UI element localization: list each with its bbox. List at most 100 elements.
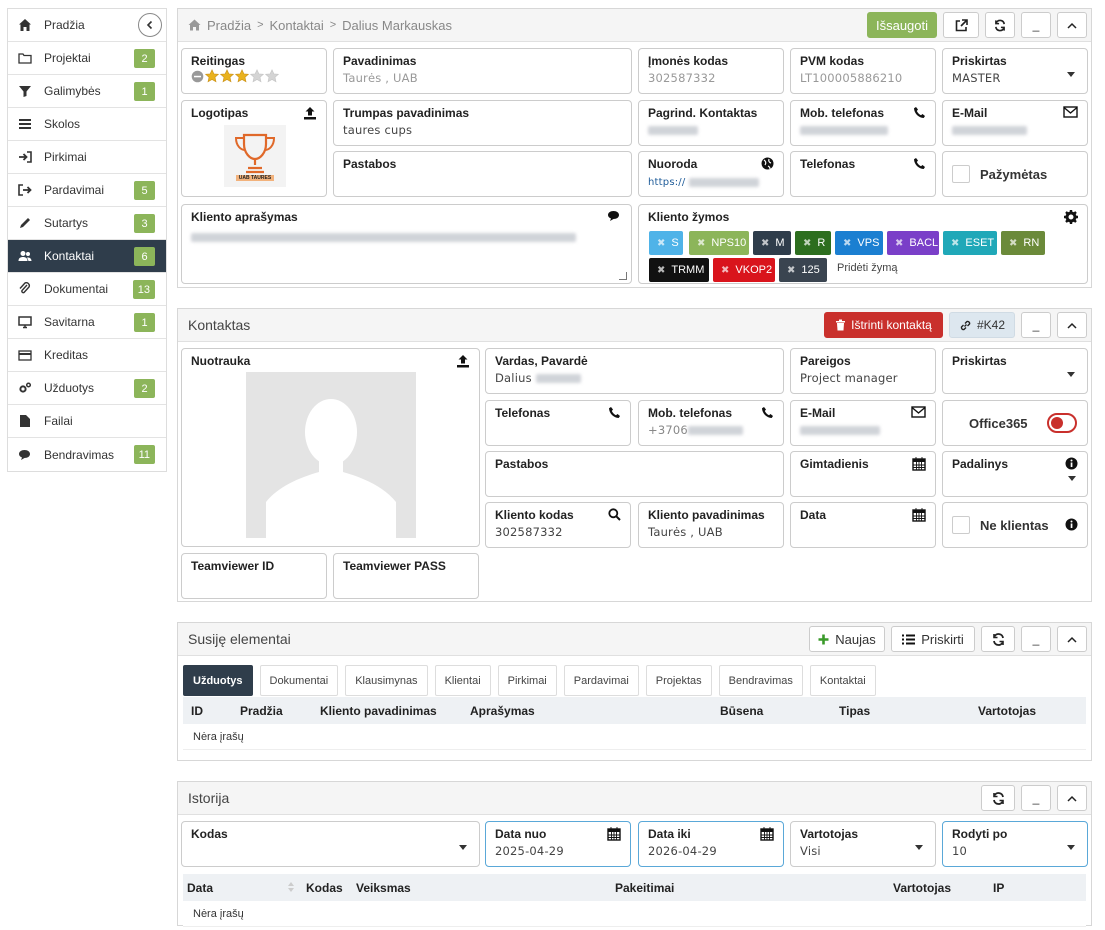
calendar-icon[interactable] bbox=[607, 827, 621, 844]
client-tag[interactable]: ✖ S bbox=[649, 231, 683, 255]
column-header[interactable]: Aprašymas bbox=[470, 704, 535, 718]
date-from-field[interactable]: Data nuo 2025-04-29 bbox=[485, 821, 631, 867]
sidebar-item-failai[interactable]: Failai bbox=[8, 405, 166, 438]
client-tag[interactable]: ✖ R bbox=[795, 231, 831, 255]
tab-projektas[interactable]: Projektas bbox=[645, 665, 712, 696]
star-filled-icon[interactable] bbox=[220, 69, 234, 83]
sidebar-item-savitarna[interactable]: Savitarna 1 bbox=[8, 306, 166, 339]
refresh-button[interactable] bbox=[985, 12, 1015, 38]
not-client-checkbox[interactable] bbox=[952, 516, 970, 534]
refresh-button[interactable] bbox=[981, 785, 1015, 811]
company-name-field[interactable]: Pavadinimas Taurės , UAB bbox=[333, 48, 632, 94]
column-header[interactable]: ID bbox=[191, 704, 203, 718]
position-field[interactable]: Pareigos Project manager bbox=[790, 348, 936, 394]
assigned-select[interactable]: Priskirtas MASTER bbox=[942, 48, 1088, 94]
upload-icon[interactable] bbox=[303, 106, 317, 123]
minimize-button[interactable]: _ bbox=[1021, 12, 1051, 38]
link-field[interactable]: Nuoroda https:// bbox=[638, 151, 784, 197]
client-code-field[interactable]: Kliento kodas 302587332 bbox=[485, 502, 631, 548]
column-header[interactable]: Vartotojas bbox=[893, 881, 951, 895]
history-user-value[interactable]: Visi bbox=[800, 844, 926, 858]
star-filled-icon[interactable] bbox=[235, 69, 249, 83]
date-to-field[interactable]: Data iki 2026-04-29 bbox=[638, 821, 784, 867]
tab-dokumentai[interactable]: Dokumentai bbox=[259, 665, 339, 696]
minimize-button[interactable]: _ bbox=[1021, 626, 1051, 652]
short-name-field[interactable]: Trumpas pavadinimas taures cups bbox=[333, 100, 632, 146]
client-code-value[interactable]: 302587332 bbox=[495, 525, 621, 539]
minimize-button[interactable]: _ bbox=[1021, 785, 1051, 811]
breadcrumb-contacts[interactable]: Kontaktai bbox=[270, 18, 324, 33]
column-header[interactable]: Pakeitimai bbox=[615, 881, 674, 895]
sidebar-item-užduotys[interactable]: Užduotys 2 bbox=[8, 372, 166, 405]
sidebar-item-kontaktai[interactable]: Kontaktai 6 bbox=[8, 240, 166, 273]
client-name-field[interactable]: Kliento pavadinimas Taurės , UAB bbox=[638, 502, 784, 548]
remove-tag-icon[interactable]: ✖ bbox=[761, 238, 769, 249]
minimize-button[interactable]: _ bbox=[1021, 312, 1051, 338]
rating-stars[interactable] bbox=[191, 69, 317, 83]
remove-tag-icon[interactable]: ✖ bbox=[657, 265, 665, 276]
gear-icon[interactable] bbox=[1064, 210, 1078, 227]
remove-tag-icon[interactable]: ✖ bbox=[895, 238, 903, 249]
column-header[interactable]: Vartotojas bbox=[978, 704, 1036, 718]
sidebar-item-bendravimas[interactable]: Bendravimas 11 bbox=[8, 438, 166, 471]
remove-tag-icon[interactable]: ✖ bbox=[803, 238, 811, 249]
collapse-button[interactable] bbox=[1057, 626, 1087, 652]
remove-tag-icon[interactable]: ✖ bbox=[1009, 238, 1017, 249]
column-header[interactable]: Veiksmas bbox=[356, 881, 411, 895]
column-header[interactable]: Kliento pavadinimas bbox=[320, 704, 437, 718]
birthday-field[interactable]: Gimtadienis bbox=[790, 451, 936, 497]
client-tag[interactable]: ✖ 125 bbox=[779, 258, 827, 282]
vat-code-value[interactable]: LT100005886210 bbox=[800, 71, 926, 85]
breadcrumb-home[interactable]: Pradžia bbox=[207, 18, 251, 33]
client-tag[interactable]: ✖ BACL bbox=[887, 231, 939, 255]
client-tag[interactable]: ✖ NPS10 bbox=[689, 231, 749, 255]
calendar-icon[interactable] bbox=[760, 827, 774, 844]
sidebar-item-projektai[interactable]: Projektai 2 bbox=[8, 42, 166, 75]
column-header[interactable]: Būsena bbox=[720, 704, 763, 718]
marked-checkbox[interactable] bbox=[952, 165, 970, 183]
column-header[interactable]: Data bbox=[187, 881, 213, 895]
star-filled-icon[interactable] bbox=[205, 69, 219, 83]
vat-code-field[interactable]: PVM kodas LT100005886210 bbox=[790, 48, 936, 94]
delete-contact-button[interactable]: Ištrinti kontaktą bbox=[824, 312, 943, 338]
tab-pardavimai[interactable]: Pardavimai bbox=[563, 665, 639, 696]
mobile-phone-field[interactable]: Mob. telefonas bbox=[790, 100, 936, 146]
sidebar-item-pirkimai[interactable]: Pirkimai bbox=[8, 141, 166, 174]
history-user-select[interactable]: Vartotojas Visi bbox=[790, 821, 936, 867]
client-tag[interactable]: ✖ VPS bbox=[835, 231, 883, 255]
calendar-icon[interactable] bbox=[912, 457, 926, 474]
history-code-select[interactable]: Kodas bbox=[181, 821, 480, 867]
division-select[interactable]: Padalinys bbox=[942, 451, 1088, 497]
sidebar-item-dokumentai[interactable]: Dokumentai 13 bbox=[8, 273, 166, 306]
date-to-value[interactable]: 2026-04-29 bbox=[648, 844, 774, 858]
tab-užduotys[interactable]: Užduotys bbox=[183, 665, 253, 696]
column-header[interactable]: Pradžia bbox=[240, 704, 283, 718]
company-code-value[interactable]: 302587332 bbox=[648, 71, 774, 85]
sidebar-item-kreditas[interactable]: Kreditas bbox=[8, 339, 166, 372]
column-header[interactable]: IP bbox=[993, 881, 1004, 895]
textarea-resize-handle[interactable] bbox=[619, 272, 627, 280]
remove-tag-icon[interactable]: ✖ bbox=[843, 238, 851, 249]
teamviewer-id-field[interactable]: Teamviewer ID bbox=[181, 553, 327, 599]
sort-icon[interactable] bbox=[287, 881, 295, 896]
assigned-value[interactable]: MASTER bbox=[952, 71, 1078, 85]
main-contact-field[interactable]: Pagrind. Kontaktas bbox=[638, 100, 784, 146]
phone-field[interactable]: Telefonas bbox=[790, 151, 936, 197]
remove-tag-icon[interactable]: ✖ bbox=[721, 265, 729, 276]
tab-klausimynas[interactable]: Klausimynas bbox=[345, 665, 428, 696]
date-from-value[interactable]: 2025-04-29 bbox=[495, 844, 621, 858]
contact-assigned-select[interactable]: Priskirtas bbox=[942, 348, 1088, 394]
column-header[interactable]: Kodas bbox=[306, 881, 343, 895]
clear-rating-icon[interactable] bbox=[191, 70, 204, 83]
short-name-value[interactable]: taures cups bbox=[343, 123, 622, 137]
date-field[interactable]: Data bbox=[790, 502, 936, 548]
star-empty-icon[interactable] bbox=[250, 69, 264, 83]
tab-pirkimai[interactable]: Pirkimai bbox=[497, 665, 557, 696]
full-name-value[interactable]: Dalius bbox=[495, 371, 532, 385]
remove-tag-icon[interactable]: ✖ bbox=[657, 238, 665, 249]
add-tag-button[interactable]: Pridėti žymą bbox=[837, 262, 898, 274]
search-icon[interactable] bbox=[608, 508, 621, 524]
sidebar-item-pardavimai[interactable]: Pardavimai 5 bbox=[8, 174, 166, 207]
marked-checkbox-field[interactable]: Pažymėtas bbox=[942, 151, 1088, 197]
save-button[interactable]: Išsaugoti bbox=[867, 12, 937, 38]
